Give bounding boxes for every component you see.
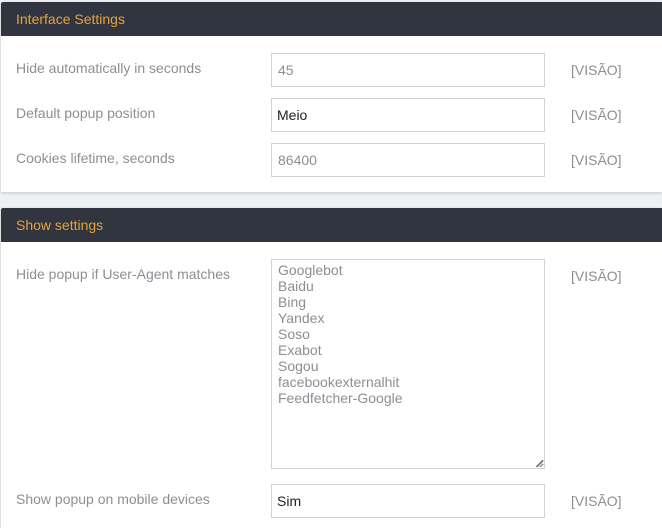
show-settings-panel: Show settings Hide popup if User-Agent m… — [1, 208, 662, 528]
mobile-devices-select[interactable]: Sim — [271, 484, 545, 518]
user-agent-textarea[interactable]: Googlebot Baidu Bing Yandex Soso Exabot … — [271, 259, 545, 469]
show-settings-header[interactable]: Show settings — [1, 208, 662, 242]
hide-automatically-label: Hide automatically in seconds — [16, 60, 202, 76]
hide-automatically-scope: [VISÃO] — [571, 62, 622, 78]
popup-position-scope: [VISÃO] — [571, 107, 622, 123]
popup-position-select[interactable]: Meio — [271, 98, 545, 132]
cookies-lifetime-scope: [VISÃO] — [571, 152, 622, 168]
mobile-devices-scope: [VISÃO] — [571, 493, 622, 509]
user-agent-scope: [VISÃO] — [571, 268, 622, 284]
mobile-devices-label: Show popup on mobile devices — [16, 491, 210, 507]
user-agent-label: Hide popup if User-Agent matches — [16, 266, 230, 282]
cookies-lifetime-label: Cookies lifetime, seconds — [16, 150, 175, 166]
interface-settings-panel: Interface Settings Hide automatically in… — [1, 2, 662, 192]
interface-settings-header[interactable]: Interface Settings — [1, 2, 662, 36]
cookies-lifetime-input[interactable] — [271, 143, 545, 177]
hide-automatically-input[interactable] — [271, 53, 545, 87]
popup-position-label: Default popup position — [16, 105, 156, 121]
